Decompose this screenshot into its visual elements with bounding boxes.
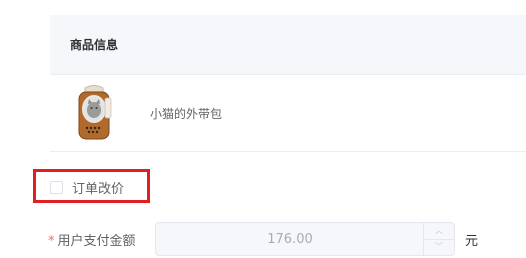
payment-amount-value: 176.00	[267, 231, 313, 247]
payment-amount-input[interactable]: 176.00 ︿ ﹀	[155, 222, 455, 256]
product-table: 商品信息 小猫的外带包	[50, 15, 526, 152]
table-row: 小猫的外带包	[50, 75, 526, 152]
column-header-product-info: 商品信息	[70, 38, 119, 52]
table-header: 商品信息	[50, 15, 526, 75]
product-name: 小猫的外带包	[150, 106, 223, 121]
payment-amount-label-text: 用户支付金额	[57, 233, 136, 249]
price-edit-label: 订单改价	[72, 182, 125, 197]
payment-amount-label: * 用户支付金额	[48, 230, 155, 249]
price-edit-checkbox[interactable]: 订单改价	[50, 178, 124, 197]
chevron-down-icon[interactable]: ﹀	[424, 240, 454, 256]
payment-amount-row: * 用户支付金额 176.00 ︿ ﹀ 元	[48, 222, 478, 256]
required-marker: *	[48, 233, 55, 249]
currency-unit: 元	[465, 233, 479, 249]
checkbox-box[interactable]	[50, 181, 63, 194]
cat-backpack-image	[74, 83, 134, 143]
amount-stepper: ︿ ﹀	[423, 223, 454, 255]
chevron-up-icon[interactable]: ︿	[424, 223, 454, 240]
